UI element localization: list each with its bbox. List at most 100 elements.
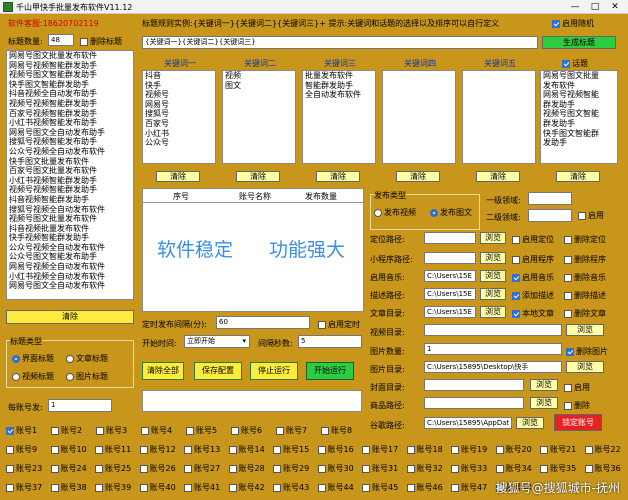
account-checkbox[interactable]: 账号2 [51, 425, 82, 436]
account-checkbox[interactable]: 账号35 [540, 463, 576, 474]
topic-checkbox[interactable]: 话题 [562, 58, 588, 69]
keyword-col-2-clear-button[interactable]: 清除 [236, 171, 280, 182]
title-list-item[interactable]: 公众号图文智能发布助手 [7, 252, 133, 262]
title-list-item[interactable]: 搜狐号视频全自动发布软件 [7, 205, 133, 215]
mini-program-delete-checkbox[interactable]: 删除程序 [564, 254, 606, 265]
keyword-col-5-list[interactable] [462, 70, 536, 164]
account-checkbox[interactable]: 账号46 [406, 482, 443, 493]
title-list-item[interactable]: 小红书视频智能发布助手 [7, 118, 133, 128]
account-checkbox[interactable]: 账号7 [276, 425, 307, 436]
title-list-item[interactable]: 快手视频智能群发助手 [7, 233, 133, 243]
account-checkbox[interactable]: 账号45 [362, 482, 398, 493]
save-config-button[interactable]: 保存配置 [194, 362, 242, 380]
delete-image-checkbox[interactable]: 删除图片 [566, 346, 608, 357]
description-path-input[interactable]: C:\Users\15E [424, 288, 476, 300]
account-checkbox[interactable]: 账号38 [50, 482, 87, 493]
enable-random-checkbox[interactable]: 启用随机 [552, 18, 594, 29]
clear-all-button[interactable]: 清除全部 [142, 362, 184, 380]
description-browse-button[interactable]: 浏览 [480, 288, 506, 300]
enable-timing-checkbox[interactable]: 启用定时 [318, 319, 360, 330]
radio-interface-title[interactable]: 界面标题 [12, 353, 54, 364]
title-template-input[interactable]: {关键词一}{关键词二}{关键词三} [142, 36, 538, 49]
title-list-item[interactable]: 视频号视频智能群发助手 [7, 99, 133, 109]
title-list-item[interactable]: 网易号图文全自动发布助手 [7, 128, 133, 138]
delete-goods-checkbox[interactable]: 删除 [564, 400, 590, 411]
account-checkbox[interactable]: 账号6 [231, 425, 262, 436]
title-count-input[interactable]: 48 [48, 34, 74, 46]
account-checkbox[interactable]: 账号24 [50, 463, 87, 474]
radio-video-title[interactable]: 视频标题 [12, 371, 54, 382]
enable-cover-checkbox[interactable]: 启用 [564, 382, 590, 393]
account-checkbox[interactable]: 账号32 [406, 463, 443, 474]
account-checkbox[interactable]: 账号26 [139, 463, 176, 474]
title-list-item[interactable]: 小红书视频智能群发助手 [7, 176, 133, 186]
title-list-item[interactable]: 抖音视频全自动发布助手 [7, 89, 133, 99]
keyword-item[interactable]: 批量发布软件 [303, 71, 375, 81]
topic-list-item[interactable]: 网易号图文批量 [541, 71, 617, 81]
keyword-item[interactable]: 智能群发助手 [303, 81, 375, 91]
account-checkbox[interactable]: 账号16 [317, 444, 354, 455]
account-checkbox[interactable]: 账号33 [451, 463, 487, 474]
account-checkbox[interactable]: 账号44 [317, 482, 354, 493]
music-path-input[interactable]: C:\Users\15E [424, 270, 476, 282]
keyword-item[interactable]: 视频 [223, 71, 295, 81]
topic-list-item[interactable]: 群发助手 [541, 119, 617, 129]
title-list-item[interactable]: 抖音视频智能群发助手 [7, 195, 133, 205]
start-time-select[interactable]: 立即开始 ▾ [184, 335, 250, 348]
account-checkbox[interactable]: 账号40 [139, 482, 176, 493]
account-checkbox[interactable]: 账号1 [6, 425, 37, 436]
interval-input[interactable]: 60 [216, 316, 310, 329]
account-checkbox[interactable]: 账号25 [95, 463, 131, 474]
account-checkbox[interactable]: 账号23 [6, 463, 42, 474]
location-delete-checkbox[interactable]: 删除定位 [564, 234, 606, 245]
img-count-input[interactable]: 1 [424, 343, 562, 355]
stop-run-button[interactable]: 停止运行 [250, 362, 298, 380]
music-delete-checkbox[interactable]: 删除音乐 [564, 272, 606, 283]
account-checkbox[interactable]: 账号41 [184, 482, 220, 493]
location-enable-checkbox[interactable]: 启用定位 [512, 234, 554, 245]
account-checkbox[interactable]: 账号30 [317, 463, 354, 474]
video-dir-input[interactable] [424, 324, 562, 336]
radio-image-title[interactable]: 图片标题 [66, 371, 108, 382]
goods-path-input[interactable] [424, 397, 524, 409]
description-enable-checkbox[interactable]: 添加描述 [512, 290, 554, 301]
domain2-input[interactable] [528, 209, 572, 222]
account-checkbox[interactable]: 账号8 [321, 425, 352, 436]
description-delete-checkbox[interactable]: 删除描述 [564, 290, 606, 301]
clear-titles-button[interactable]: 清除 [6, 310, 134, 324]
account-checkbox[interactable]: 账号4 [141, 425, 172, 436]
title-list-item[interactable]: 网易号图文批量发布软件 [7, 51, 133, 61]
mini-program-enable-checkbox[interactable]: 启用程序 [512, 254, 554, 265]
article-delete-checkbox[interactable]: 删除文章 [564, 308, 606, 319]
keyword-col-1-clear-button[interactable]: 清除 [156, 171, 200, 182]
account-checkbox[interactable]: 账号18 [406, 444, 443, 455]
account-checkbox[interactable]: 账号42 [228, 482, 265, 493]
location-browse-button[interactable]: 浏览 [480, 232, 506, 244]
account-checkbox[interactable]: 账号47 [451, 482, 487, 493]
keyword-col-4-list[interactable] [382, 70, 456, 164]
account-checkbox[interactable]: 账号39 [95, 482, 131, 493]
close-button[interactable]: ✕ [608, 1, 622, 13]
keyword-col-5-clear-button[interactable]: 清除 [476, 171, 520, 182]
account-checkbox[interactable]: 账号14 [228, 444, 265, 455]
radio-publish-video[interactable]: 发布视频 [374, 207, 416, 218]
account-grid[interactable]: 序号 账号名称 发布数量 软件稳定 功能强大 [142, 188, 364, 312]
account-checkbox[interactable]: 账号36 [584, 463, 621, 474]
topic-list[interactable]: 网易号图文批量 发布软件 网易号视频智能 群发助手 视频号图文智能 群发助手 快手图文智能群… [540, 70, 618, 164]
keyword-item[interactable]: 网易号 [143, 100, 215, 110]
log-box[interactable] [142, 390, 362, 412]
maximize-button[interactable]: □ [588, 1, 602, 13]
img-dir-browse-button[interactable]: 浏览 [566, 361, 604, 373]
article-enable-checkbox[interactable]: 本地文章 [512, 308, 554, 319]
title-list-item[interactable]: 视频号图文智能群发助手 [7, 70, 133, 80]
keyword-col-1-list[interactable]: 抖音 快手 视频号 网易号 搜狐号 百家号 小红书 公众号 [142, 70, 216, 164]
radio-publish-image[interactable]: 发布图文 [430, 207, 472, 218]
keyword-item[interactable]: 搜狐号 [143, 109, 215, 119]
account-checkbox[interactable]: 账号17 [362, 444, 398, 455]
lock-account-button[interactable]: 锁定账号 [554, 414, 602, 431]
title-list-item[interactable]: 快手图文智能群发助手 [7, 80, 133, 90]
gap-seconds-input[interactable]: 5 [298, 335, 362, 348]
account-checkbox[interactable]: 账号19 [451, 444, 487, 455]
title-list-item[interactable]: 网易号视频智能群发助手 [7, 61, 133, 71]
delete-title-checkbox[interactable]: 删除标题 [80, 36, 122, 47]
